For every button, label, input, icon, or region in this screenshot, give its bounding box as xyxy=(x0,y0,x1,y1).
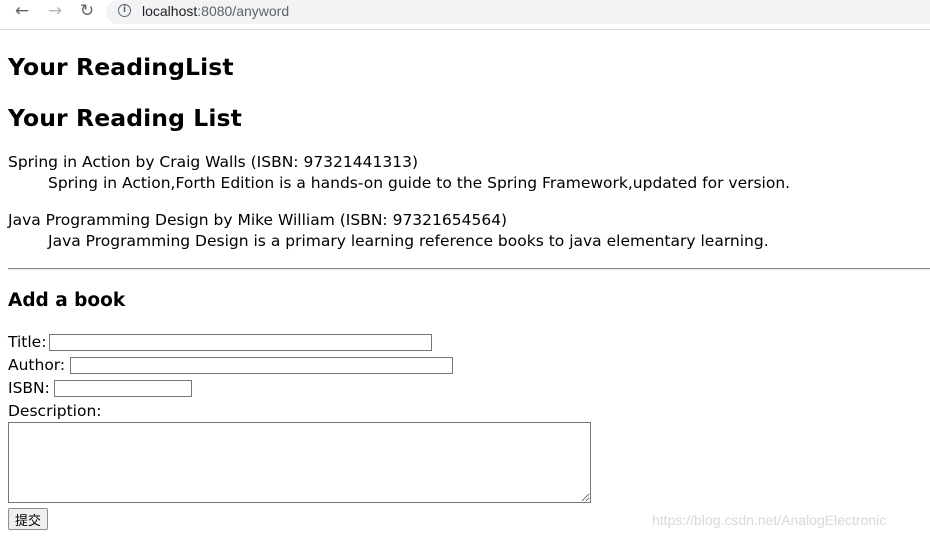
submit-button[interactable]: 提交 xyxy=(8,508,49,530)
back-arrow-icon[interactable]: ← xyxy=(10,0,34,22)
forward-arrow-icon[interactable]: → xyxy=(43,0,67,22)
reload-icon[interactable]: ↻ xyxy=(75,0,99,22)
author-row: Author: xyxy=(8,355,453,376)
add-book-heading: Add a book xyxy=(8,290,126,311)
info-icon[interactable]: i xyxy=(118,4,131,17)
title-input[interactable] xyxy=(49,334,432,351)
app-title: Your ReadingList xyxy=(8,53,234,81)
isbn-input[interactable] xyxy=(54,380,192,397)
description-row: Description: xyxy=(8,401,102,422)
isbn-label: ISBN: xyxy=(8,379,50,397)
title-label: Title: xyxy=(8,333,47,351)
url-path: :8080/anyword xyxy=(197,3,290,19)
author-label: Author: xyxy=(8,356,66,374)
title-row: Title: xyxy=(8,332,432,353)
book-description: Java Programming Design is a primary lea… xyxy=(48,232,769,250)
description-label: Description: xyxy=(8,402,102,420)
reading-list-heading: Your Reading List xyxy=(8,104,242,132)
book-entry: Spring in Action by Craig Walls (ISBN: 9… xyxy=(8,152,930,194)
book-header: Spring in Action by Craig Walls (ISBN: 9… xyxy=(8,153,418,171)
toolbar-divider xyxy=(0,29,930,30)
url-host: localhost xyxy=(142,3,198,19)
book-description: Spring in Action,Forth Edition is a hand… xyxy=(48,174,791,192)
book-entry: Java Programming Design by Mike William … xyxy=(8,210,930,252)
watermark-text: https://blog.csdn.net/AnalogElectronic xyxy=(652,512,887,528)
book-header: Java Programming Design by Mike William … xyxy=(8,211,508,229)
isbn-row: ISBN: xyxy=(8,378,192,399)
browser-toolbar: ← → ↻ i localhost:8080/anyword xyxy=(0,0,930,24)
divider xyxy=(8,268,930,270)
url-text[interactable]: localhost:8080/anyword xyxy=(142,2,289,20)
author-input[interactable] xyxy=(70,357,453,374)
address-bar[interactable]: i localhost:8080/anyword xyxy=(106,0,930,24)
description-textarea[interactable] xyxy=(8,422,591,503)
